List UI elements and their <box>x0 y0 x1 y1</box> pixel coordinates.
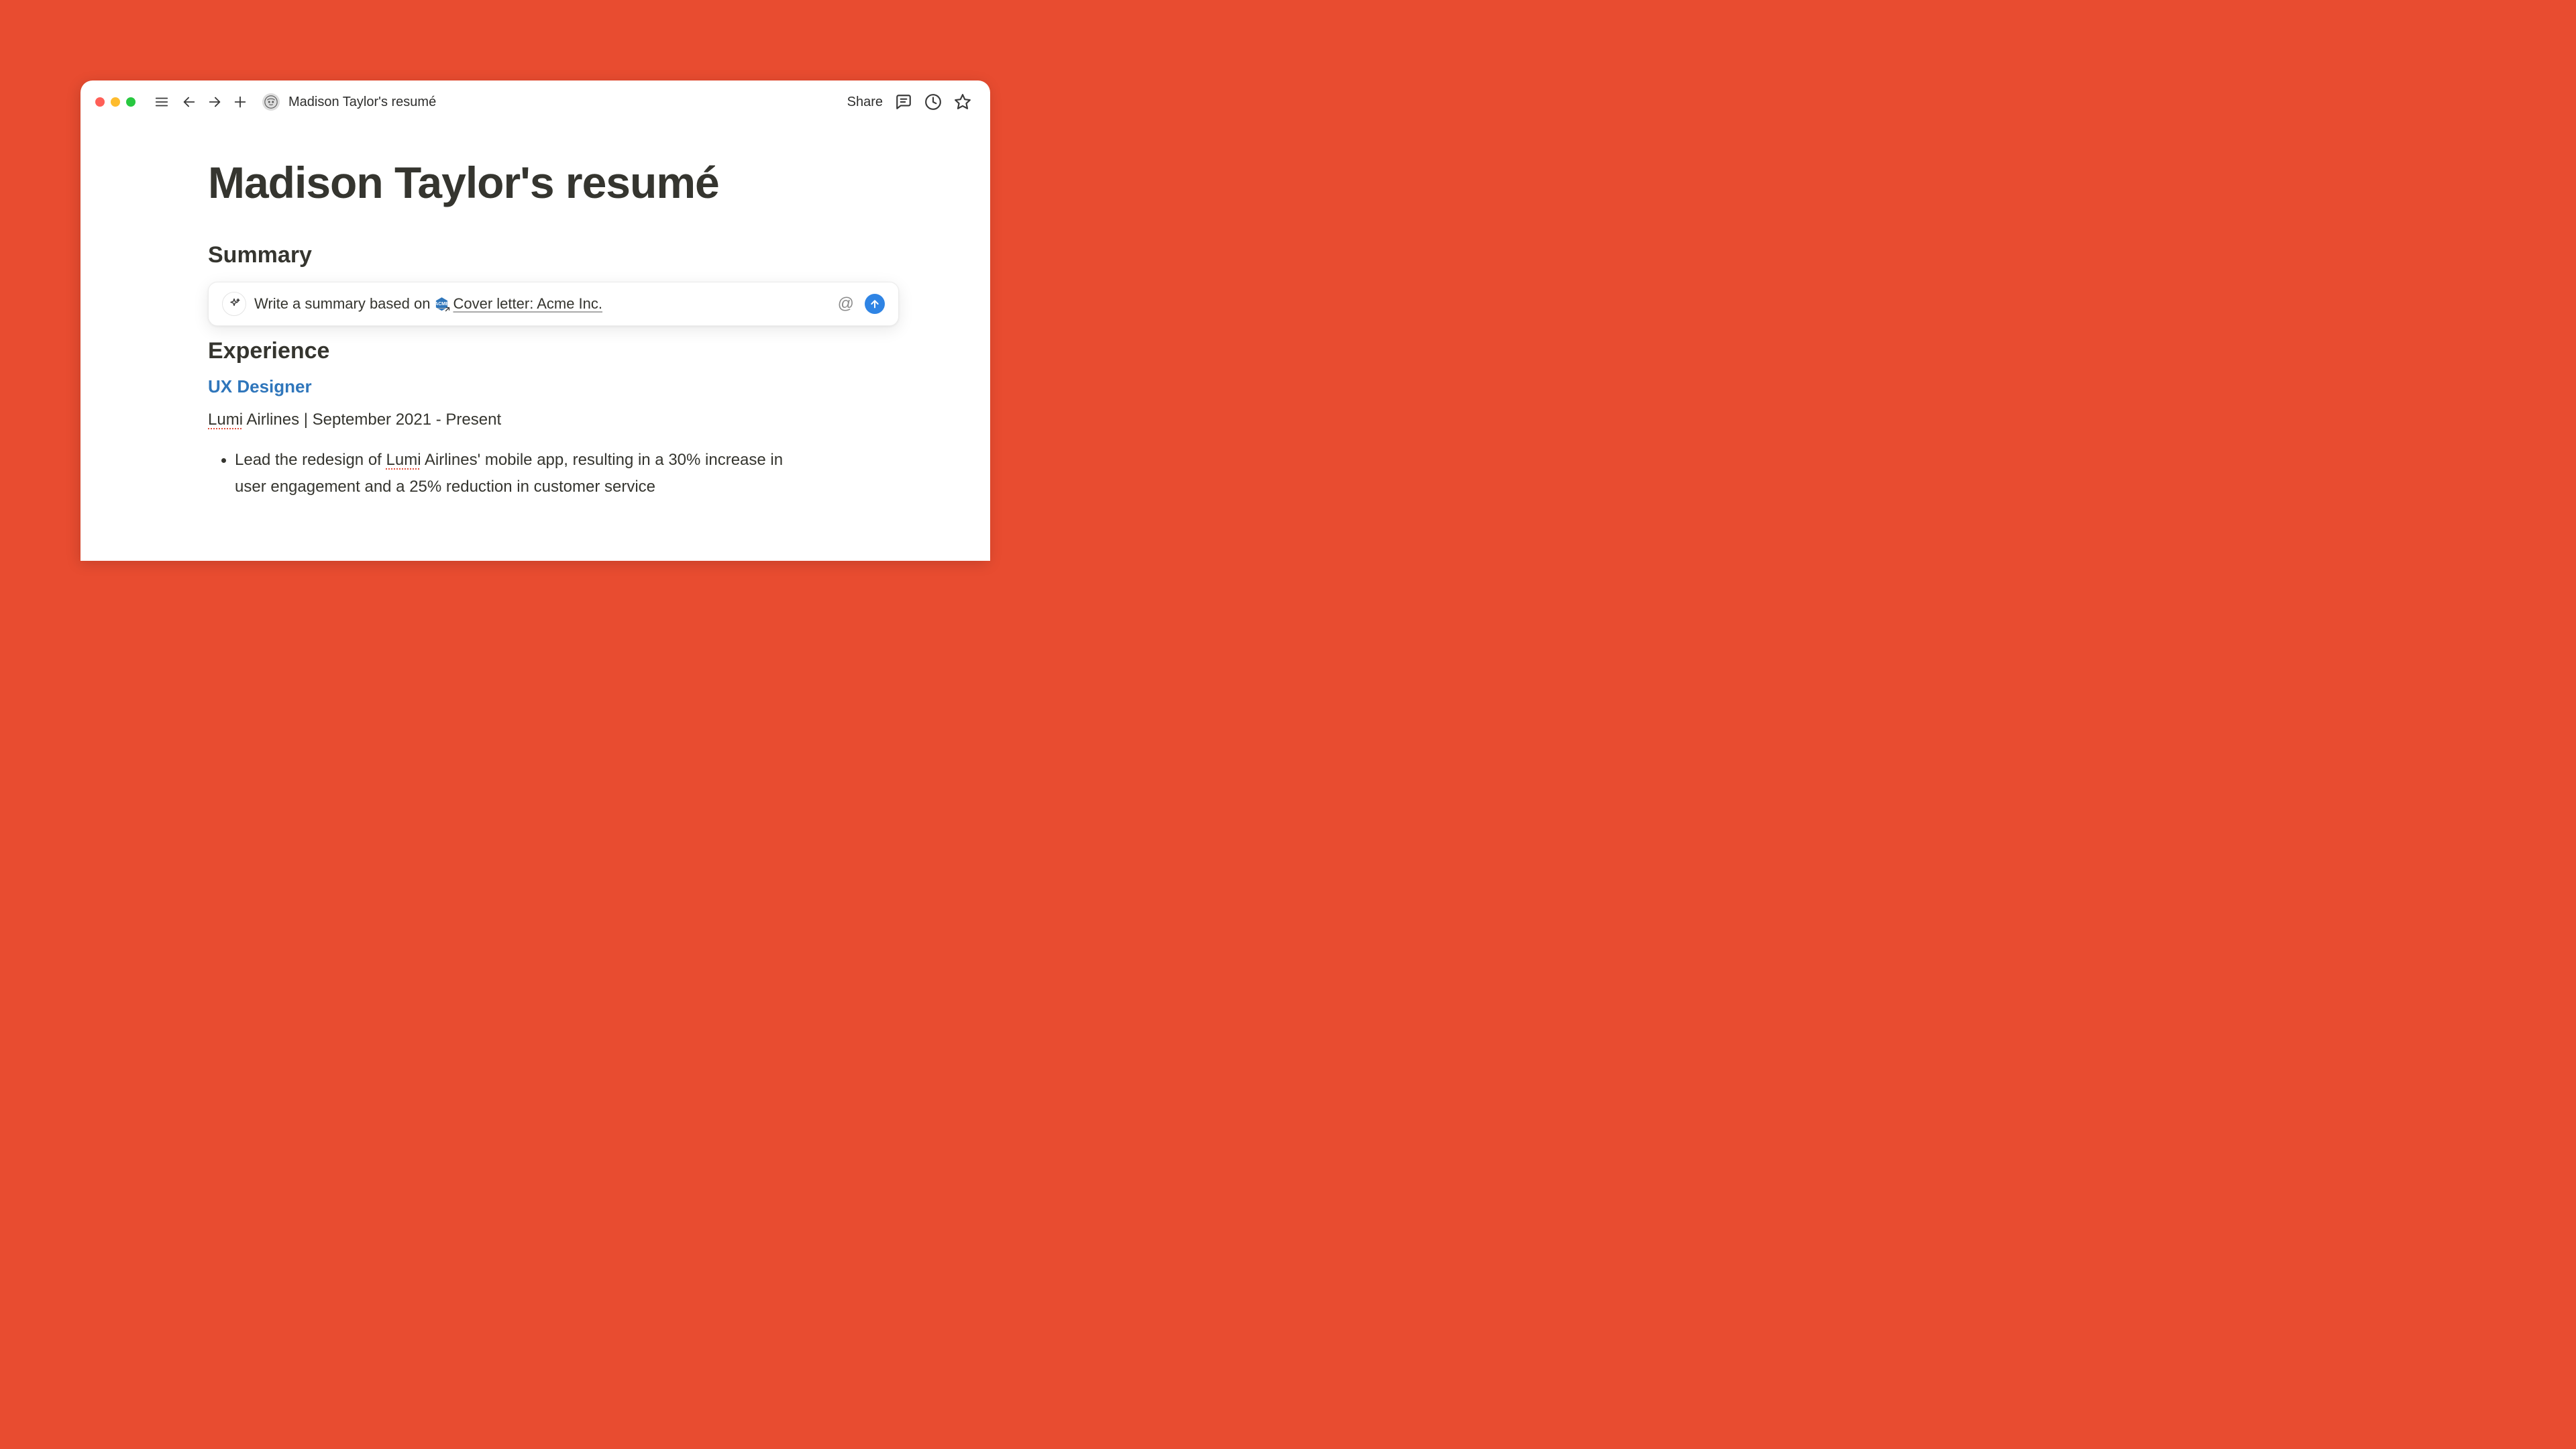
nav-controls <box>178 91 251 113</box>
bullet-prefix: Lead the redesign of <box>235 451 386 469</box>
app-window: Madison Taylor's resumé Share Madison Ta… <box>80 80 990 561</box>
clock-icon <box>924 93 942 111</box>
new-page-button[interactable] <box>229 91 251 113</box>
ai-prompt-prefix: Write a summary based on <box>254 295 430 313</box>
maximize-window-button[interactable] <box>126 97 136 107</box>
hamburger-menu-button[interactable] <box>151 91 172 113</box>
list-item[interactable]: Lead the redesign of Lumi Airlines' mobi… <box>235 447 798 500</box>
arrow-right-icon <box>207 95 222 109</box>
document-title[interactable]: Madison Taylor's resumé <box>208 160 967 206</box>
toolbar-right: Share <box>847 93 981 111</box>
job-meta-rest: Airlines | September 2021 - Present <box>243 411 501 429</box>
experience-heading[interactable]: Experience <box>208 338 967 364</box>
mention-at-button[interactable]: @ <box>835 294 857 313</box>
mention-label: Cover letter: Acme Inc. <box>453 295 602 313</box>
mention-page-icon: ACME <box>434 297 449 311</box>
close-window-button[interactable] <box>95 97 105 107</box>
sparkle-icon <box>227 297 241 311</box>
arrow-left-icon <box>182 95 197 109</box>
mention-chip[interactable]: ACME Cover letter: Acme Inc. <box>434 295 602 313</box>
ai-prompt-bar[interactable]: Write a summary based on ACME Cover lett… <box>208 282 899 326</box>
ai-prompt-text[interactable]: Write a summary based on ACME Cover lett… <box>254 295 827 313</box>
face-icon <box>264 95 278 109</box>
document-content: Madison Taylor's resumé Summary Write a … <box>80 119 990 500</box>
share-button[interactable]: Share <box>847 95 883 110</box>
ai-send-button[interactable] <box>865 294 885 314</box>
comment-icon <box>895 93 912 111</box>
window-toolbar: Madison Taylor's resumé Share <box>80 80 990 119</box>
hamburger-icon <box>154 95 169 109</box>
summary-heading[interactable]: Summary <box>208 242 967 268</box>
star-icon <box>954 93 971 111</box>
link-arrow-icon <box>444 306 451 313</box>
minimize-window-button[interactable] <box>111 97 120 107</box>
arrow-up-icon <box>869 299 880 309</box>
company-name: Lumi <box>386 451 421 469</box>
job-meta-line[interactable]: Lumi Airlines | September 2021 - Present <box>208 411 967 429</box>
plus-icon <box>233 95 248 109</box>
page-icon[interactable] <box>262 93 280 111</box>
job-title[interactable]: UX Designer <box>208 376 967 397</box>
breadcrumb-title[interactable]: Madison Taylor's resumé <box>288 95 436 110</box>
company-name: Lumi <box>208 411 243 429</box>
forward-button[interactable] <box>204 91 225 113</box>
back-button[interactable] <box>178 91 200 113</box>
experience-bullets: Lead the redesign of Lumi Airlines' mobi… <box>208 447 967 500</box>
favorite-button[interactable] <box>954 93 971 111</box>
ai-sparkle-button[interactable] <box>222 292 246 316</box>
history-button[interactable] <box>924 93 942 111</box>
traffic-lights <box>95 97 136 107</box>
comments-button[interactable] <box>895 93 912 111</box>
